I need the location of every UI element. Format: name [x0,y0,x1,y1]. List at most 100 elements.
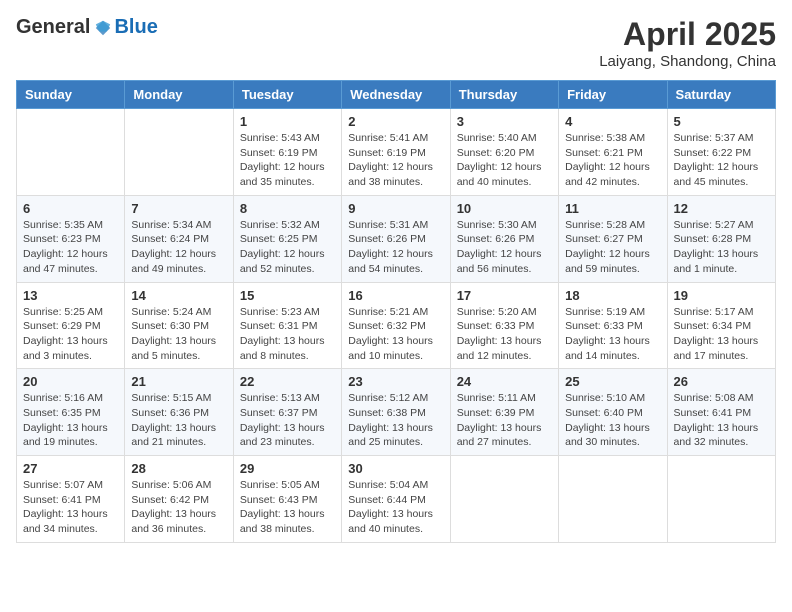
day-number: 12 [674,201,769,216]
day-info: Sunrise: 5:17 AM Sunset: 6:34 PM Dayligh… [674,305,769,364]
calendar-cell: 2 Sunrise: 5:41 AM Sunset: 6:19 PM Daylig… [342,109,450,196]
day-number: 2 [348,114,443,129]
calendar-cell: 18 Sunrise: 5:19 AM Sunset: 6:33 PM Dayli… [559,282,667,369]
day-number: 3 [457,114,552,129]
calendar-cell: 3Sunrise: 5:40 AM Sunset: 6:20 PM Daylig… [450,109,558,196]
calendar-cell: 9Sunrise: 5:31 AM Sunset: 6:26 PM Daylig… [342,195,450,282]
calendar-week-row: 1 Sunrise: 5:43 AM Sunset: 6:19 PM Daylig… [17,109,776,196]
day-number: 25 [565,374,660,389]
day-info: Sunrise: 5:24 AM Sunset: 6:30 PM Dayligh… [131,305,226,364]
calendar-cell: 21 Sunrise: 5:15 AM Sunset: 6:36 PM Dayli… [125,369,233,456]
day-number: 23 [348,374,443,389]
calendar-cell: 8 Sunrise: 5:32 AM Sunset: 6:25 PM Daylig… [233,195,341,282]
calendar-cell: 5 Sunrise: 5:37 AM Sunset: 6:22 PM Daylig… [667,109,775,196]
day-info: Sunrise: 5:43 AM Sunset: 6:19 PM Dayligh… [240,131,335,190]
day-info: Sunrise: 5:21 AM Sunset: 6:32 PM Dayligh… [348,305,443,364]
day-info: Sunrise: 5:25 AM Sunset: 6:29 PM Dayligh… [23,305,118,364]
day-number: 26 [674,374,769,389]
day-number: 13 [23,288,118,303]
calendar-week-row: 27 Sunrise: 5:07 AM Sunset: 6:41 PM Dayli… [17,456,776,543]
calendar-cell: 26 Sunrise: 5:08 AM Sunset: 6:41 PM Dayli… [667,369,775,456]
calendar-cell [450,456,558,543]
day-number: 18 [565,288,660,303]
calendar-cell: 17Sunrise: 5:20 AM Sunset: 6:33 PM Dayli… [450,282,558,369]
day-number: 16 [348,288,443,303]
day-number: 7 [131,201,226,216]
calendar-cell: 16 Sunrise: 5:21 AM Sunset: 6:32 PM Dayli… [342,282,450,369]
day-info: Sunrise: 5:19 AM Sunset: 6:33 PM Dayligh… [565,305,660,364]
day-number: 14 [131,288,226,303]
calendar-cell: 12 Sunrise: 5:27 AM Sunset: 6:28 PM Dayli… [667,195,775,282]
calendar-cell [667,456,775,543]
location: Laiyang, Shandong, China [599,53,776,70]
day-number: 17 [457,288,552,303]
day-info: Sunrise: 5:32 AM Sunset: 6:25 PM Dayligh… [240,218,335,277]
day-number: 19 [674,288,769,303]
day-number: 30 [348,461,443,476]
calendar-cell [559,456,667,543]
calendar-cell: 11Sunrise: 5:28 AM Sunset: 6:27 PM Dayli… [559,195,667,282]
calendar-cell: 4 Sunrise: 5:38 AM Sunset: 6:21 PM Daylig… [559,109,667,196]
calendar-cell: 25 Sunrise: 5:10 AM Sunset: 6:40 PM Dayli… [559,369,667,456]
day-info: Sunrise: 5:41 AM Sunset: 6:19 PM Dayligh… [348,131,443,190]
logo-general: General [16,16,90,39]
calendar-cell: 19 Sunrise: 5:17 AM Sunset: 6:34 PM Dayli… [667,282,775,369]
calendar-cell: 29Sunrise: 5:05 AM Sunset: 6:43 PM Dayli… [233,456,341,543]
calendar-cell: 15 Sunrise: 5:23 AM Sunset: 6:31 PM Dayli… [233,282,341,369]
day-info: Sunrise: 5:23 AM Sunset: 6:31 PM Dayligh… [240,305,335,364]
day-info: Sunrise: 5:10 AM Sunset: 6:40 PM Dayligh… [565,391,660,450]
day-number: 1 [240,114,335,129]
day-info: Sunrise: 5:06 AM Sunset: 6:42 PM Dayligh… [131,478,226,537]
day-info: Sunrise: 5:34 AM Sunset: 6:24 PM Dayligh… [131,218,226,277]
calendar-cell [125,109,233,196]
day-number: 27 [23,461,118,476]
day-info: Sunrise: 5:08 AM Sunset: 6:41 PM Dayligh… [674,391,769,450]
month-title: April 2025 [599,16,776,53]
day-number: 20 [23,374,118,389]
calendar-cell: 30Sunrise: 5:04 AM Sunset: 6:44 PM Dayli… [342,456,450,543]
page-header: General Blue April 2025 Laiyang, Shandon… [16,16,776,70]
calendar-cell: 6Sunrise: 5:35 AM Sunset: 6:23 PM Daylig… [17,195,125,282]
calendar-week-row: 13 Sunrise: 5:25 AM Sunset: 6:29 PM Dayli… [17,282,776,369]
col-header-wednesday: Wednesday [342,81,450,109]
day-number: 5 [674,114,769,129]
calendar-header-row: SundayMondayTuesdayWednesdayThursdayFrid… [17,81,776,109]
day-number: 21 [131,374,226,389]
calendar-cell: 22 Sunrise: 5:13 AM Sunset: 6:37 PM Dayli… [233,369,341,456]
day-info: Sunrise: 5:11 AM Sunset: 6:39 PM Dayligh… [457,391,552,450]
day-info: Sunrise: 5:13 AM Sunset: 6:37 PM Dayligh… [240,391,335,450]
calendar-cell: 14 Sunrise: 5:24 AM Sunset: 6:30 PM Dayli… [125,282,233,369]
calendar-table: SundayMondayTuesdayWednesdayThursdayFrid… [16,80,776,543]
day-info: Sunrise: 5:31 AM Sunset: 6:26 PM Dayligh… [348,218,443,277]
calendar-cell: 13 Sunrise: 5:25 AM Sunset: 6:29 PM Dayli… [17,282,125,369]
day-info: Sunrise: 5:38 AM Sunset: 6:21 PM Dayligh… [565,131,660,190]
day-info: Sunrise: 5:05 AM Sunset: 6:43 PM Dayligh… [240,478,335,537]
col-header-sunday: Sunday [17,81,125,109]
col-header-monday: Monday [125,81,233,109]
calendar-cell: 24 Sunrise: 5:11 AM Sunset: 6:39 PM Dayli… [450,369,558,456]
day-info: Sunrise: 5:15 AM Sunset: 6:36 PM Dayligh… [131,391,226,450]
title-area: April 2025 Laiyang, Shandong, China [599,16,776,70]
col-header-thursday: Thursday [450,81,558,109]
calendar-cell: 7 Sunrise: 5:34 AM Sunset: 6:24 PM Daylig… [125,195,233,282]
day-number: 22 [240,374,335,389]
calendar-cell [17,109,125,196]
calendar-week-row: 6Sunrise: 5:35 AM Sunset: 6:23 PM Daylig… [17,195,776,282]
day-number: 6 [23,201,118,216]
day-info: Sunrise: 5:28 AM Sunset: 6:27 PM Dayligh… [565,218,660,277]
col-header-friday: Friday [559,81,667,109]
day-info: Sunrise: 5:07 AM Sunset: 6:41 PM Dayligh… [23,478,118,537]
day-number: 28 [131,461,226,476]
day-number: 15 [240,288,335,303]
calendar-cell: 20Sunrise: 5:16 AM Sunset: 6:35 PM Dayli… [17,369,125,456]
day-info: Sunrise: 5:27 AM Sunset: 6:28 PM Dayligh… [674,218,769,277]
day-info: Sunrise: 5:30 AM Sunset: 6:26 PM Dayligh… [457,218,552,277]
day-info: Sunrise: 5:37 AM Sunset: 6:22 PM Dayligh… [674,131,769,190]
calendar-cell: 27 Sunrise: 5:07 AM Sunset: 6:41 PM Dayli… [17,456,125,543]
calendar-week-row: 20Sunrise: 5:16 AM Sunset: 6:35 PM Dayli… [17,369,776,456]
logo: General Blue [16,16,158,39]
day-number: 24 [457,374,552,389]
day-number: 4 [565,114,660,129]
day-number: 8 [240,201,335,216]
day-info: Sunrise: 5:12 AM Sunset: 6:38 PM Dayligh… [348,391,443,450]
